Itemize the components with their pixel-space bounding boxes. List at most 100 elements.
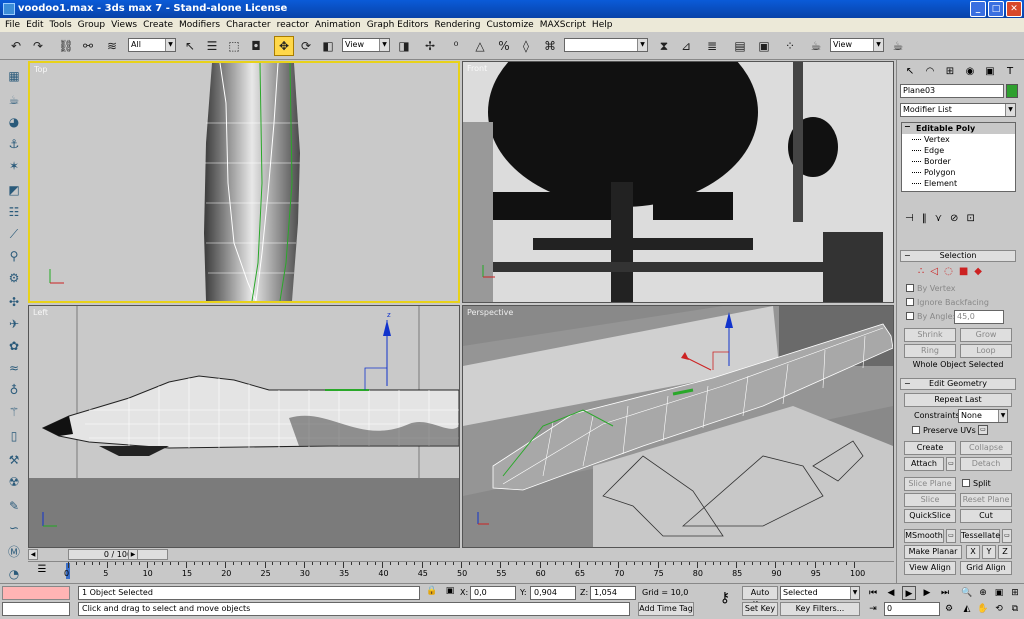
next-frame-icon[interactable]: ▶	[920, 586, 934, 600]
viewport-front[interactable]: Front	[462, 61, 894, 303]
schematic-view-icon[interactable]: ▣	[754, 36, 774, 56]
select-object-icon[interactable]: ↖	[180, 36, 200, 56]
viewport-front-label[interactable]: Front	[467, 64, 487, 73]
viewport-top[interactable]: Top	[28, 61, 460, 303]
slice-plane-button[interactable]: Slice Plane	[904, 477, 956, 491]
menu-views[interactable]: Views	[108, 18, 140, 32]
add-time-tag-button[interactable]: Add Time Tag	[638, 602, 694, 616]
zoom-extents-all-icon[interactable]: ⊞	[1008, 586, 1022, 600]
key-mode-toggle-icon[interactable]: ⇥	[866, 602, 880, 616]
preserve-uvs-checkbox[interactable]: Preserve UVs	[912, 426, 976, 436]
z-coord-input[interactable]: 1,054	[590, 586, 636, 600]
gear-icon[interactable]: ⚙	[3, 268, 25, 288]
utilities-tab-icon[interactable]: T	[1001, 63, 1019, 81]
shrink-button[interactable]: Shrink	[904, 328, 956, 342]
modify-tab-icon[interactable]: ◠	[921, 63, 939, 81]
create-hair-icon[interactable]: ✎	[3, 496, 25, 516]
cut-button[interactable]: Cut	[960, 509, 1012, 523]
current-frame-input[interactable]: 0	[884, 602, 940, 616]
pin-stack-icon[interactable]: ⊣	[905, 213, 914, 231]
select-by-name-icon[interactable]: ☰	[202, 36, 222, 56]
create-camera-icon[interactable]: ◩	[3, 180, 25, 200]
reference-coordinate-dropdown[interactable]: View ▼	[342, 38, 390, 52]
element-level-icon[interactable]: ◆	[974, 266, 982, 277]
zoom-all-icon[interactable]: ⊕	[976, 586, 990, 600]
subobj-polygon[interactable]: Polygon	[902, 167, 1015, 178]
time-slider[interactable]: 0 / 100	[68, 549, 168, 560]
menu-rendering[interactable]: Rendering	[432, 18, 484, 32]
vertex-level-icon[interactable]: ∴	[918, 266, 924, 277]
absolute-mode-icon[interactable]: ▣	[444, 586, 456, 600]
close-button[interactable]: ✕	[1006, 1, 1022, 17]
create-fluid-icon[interactable]: ☢	[3, 472, 25, 492]
menu-animation[interactable]: Animation	[312, 18, 364, 32]
create-particle-icon[interactable]: ✣	[3, 292, 25, 312]
key-mode-dropdown[interactable]: Selected ▼	[780, 586, 860, 600]
field-of-view-icon[interactable]: ◭	[960, 602, 974, 616]
select-and-scale-icon[interactable]: ◧	[318, 36, 338, 56]
create-plane-icon[interactable]: ✈	[3, 314, 25, 334]
collapse-button[interactable]: Collapse	[960, 441, 1012, 455]
preserve-uvs-settings-icon[interactable]: ▭	[978, 425, 988, 435]
stack-editable-poly[interactable]: Editable Poly	[902, 123, 1015, 134]
tessellate-settings-icon[interactable]: ▭	[1002, 529, 1012, 543]
create-star-icon[interactable]: ✶	[3, 156, 25, 176]
redo-icon[interactable]: ↷	[28, 36, 48, 56]
go-to-end-icon[interactable]: ⏭	[938, 586, 952, 600]
object-name-input[interactable]: Plane03	[900, 84, 1004, 98]
create-dynamics-icon[interactable]: ⚒	[3, 450, 25, 470]
undo-icon[interactable]: ↶	[6, 36, 26, 56]
edit-named-selection-icon[interactable]: ⌘	[540, 36, 560, 56]
polygon-level-icon[interactable]: ■	[959, 266, 968, 277]
create-tab-icon[interactable]: ↖	[901, 63, 919, 81]
key-icon[interactable]: ⚷	[712, 590, 738, 610]
select-and-manipulate-icon[interactable]: ✢	[420, 36, 440, 56]
planar-x-button[interactable]: X	[966, 545, 980, 559]
viewport-perspective-label[interactable]: Perspective	[467, 308, 513, 317]
slice-button[interactable]: Slice	[904, 493, 956, 507]
auto-key-button[interactable]: Auto Key	[742, 586, 778, 609]
subobj-edge[interactable]: Edge	[902, 145, 1015, 156]
select-and-rotate-icon[interactable]: ⟳	[296, 36, 316, 56]
view-align-button[interactable]: View Align	[904, 561, 956, 575]
planar-z-button[interactable]: Z	[998, 545, 1012, 559]
grid-align-button[interactable]: Grid Align	[960, 561, 1012, 575]
motion-tab-icon[interactable]: ◉	[961, 63, 979, 81]
configure-modifier-sets-icon[interactable]: ⊡	[966, 213, 974, 231]
split-checkbox[interactable]: Split	[962, 479, 991, 489]
maxscript-listener-mini[interactable]	[2, 586, 70, 600]
unlink-icon[interactable]: ⚯	[78, 36, 98, 56]
percent-snap-icon[interactable]: %	[494, 36, 514, 56]
material-editor-icon[interactable]: ⁘	[780, 36, 800, 56]
render-scene-icon[interactable]: ☕	[806, 36, 826, 56]
viewport-left[interactable]: z Left	[28, 305, 460, 548]
reset-plane-button[interactable]: Reset Plane	[960, 493, 1012, 507]
attach-list-icon[interactable]: ▭	[946, 457, 956, 471]
menu-customize[interactable]: Customize	[483, 18, 536, 32]
align-icon[interactable]: ⊿	[676, 36, 696, 56]
bind-space-warp-icon[interactable]: ≋	[102, 36, 122, 56]
detach-button[interactable]: Detach	[960, 457, 1012, 471]
by-angle-checkbox[interactable]: By Angle:	[906, 312, 955, 322]
msmooth-button[interactable]: MSmooth	[904, 529, 944, 543]
make-unique-icon[interactable]: ⋎	[935, 213, 942, 231]
layer-manager-icon[interactable]: ≣	[702, 36, 722, 56]
viewport-top-label[interactable]: Top	[34, 65, 48, 74]
create-spacewarp-icon[interactable]: ⟋	[3, 224, 25, 244]
menu-graph-editors[interactable]: Graph Editors	[364, 18, 432, 32]
select-and-link-icon[interactable]: ⛓	[56, 36, 76, 56]
selection-rollout-header[interactable]: Selection	[900, 250, 1016, 262]
pan-icon[interactable]: ✋	[976, 602, 990, 616]
render-type-dropdown[interactable]: View ▼	[830, 38, 884, 52]
create-mesh-icon[interactable]: Ⓜ	[3, 542, 25, 562]
time-configuration-icon[interactable]: ⚙	[942, 602, 956, 616]
create-sphere-icon[interactable]: ◕	[3, 112, 25, 132]
lock-selection-icon[interactable]: 🔒	[426, 586, 438, 600]
by-vertex-checkbox[interactable]: By Vertex	[906, 284, 955, 294]
use-pivot-point-icon[interactable]: ◨	[394, 36, 414, 56]
quick-render-icon[interactable]: ☕	[888, 36, 908, 56]
create-bones-icon[interactable]: ⚚	[3, 402, 25, 422]
menu-edit[interactable]: Edit	[23, 18, 46, 32]
viewport-perspective[interactable]: Perspective	[462, 305, 894, 548]
edge-level-icon[interactable]: ◁	[930, 266, 938, 277]
